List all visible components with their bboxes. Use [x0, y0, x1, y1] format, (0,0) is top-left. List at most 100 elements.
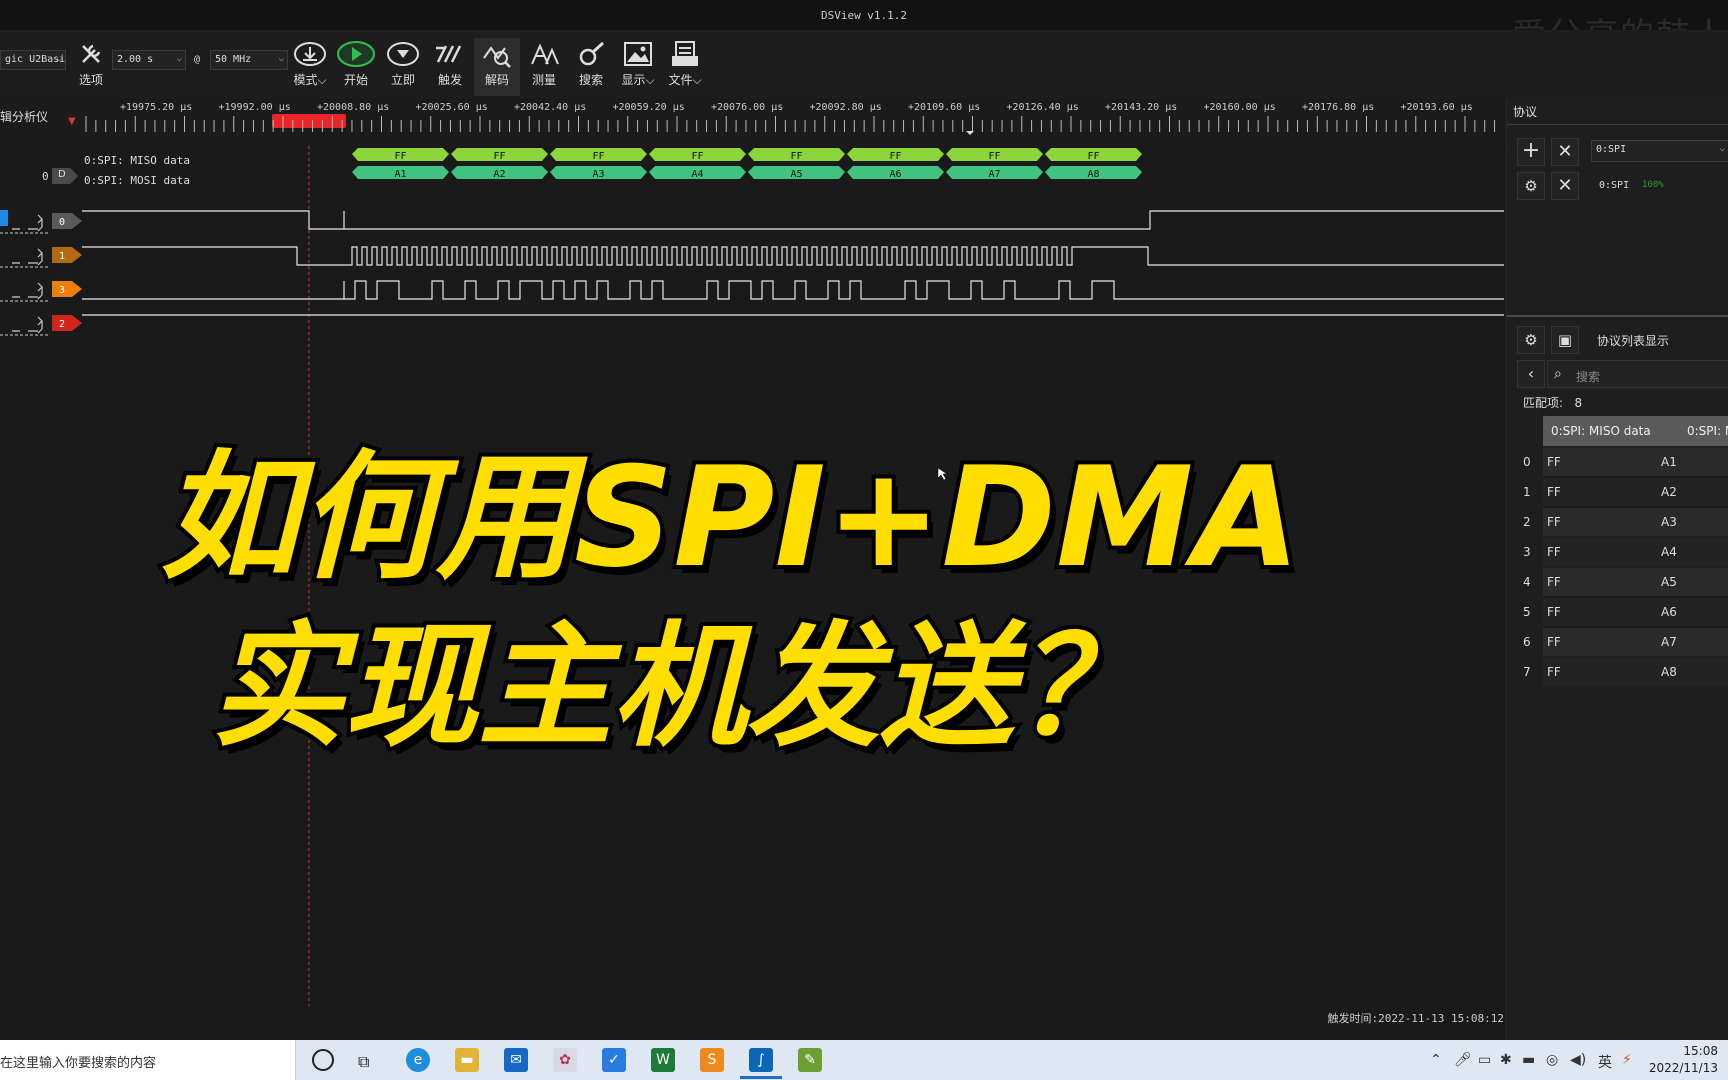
- task-view-icon[interactable]: ⧉: [358, 1052, 369, 1072]
- channel-trigger-icon: [12, 316, 43, 334]
- time-ruler[interactable]: 辑分析仪 ▼ +19975.20 μs +19992.00 μs +20008.80…: [0, 98, 1506, 146]
- mosi-value: A5: [790, 169, 802, 180]
- battery-icon[interactable]: ▬: [1522, 1052, 1535, 1068]
- miso-value: FF: [988, 151, 1000, 162]
- row-index: 1: [1523, 485, 1531, 499]
- clock[interactable]: 15:08 2022/11/13: [1649, 1043, 1718, 1077]
- mosi-value: A1: [394, 169, 406, 180]
- start-button[interactable]: 开始: [333, 38, 379, 96]
- search-button[interactable]: 搜索: [568, 38, 614, 96]
- cortana-icon[interactable]: [312, 1049, 334, 1071]
- row-mosi: A1: [1661, 455, 1677, 469]
- remove-icon[interactable]: ✕: [1551, 172, 1579, 200]
- mode-button[interactable]: 模式⌵: [287, 38, 333, 96]
- overlay-title-line-1: 如何用SPI+DMA: [156, 433, 1304, 602]
- edge-icon[interactable]: e: [406, 1048, 430, 1072]
- channel-id: 0: [59, 217, 65, 228]
- search-icon: [579, 41, 605, 66]
- row-index: 4: [1523, 575, 1531, 589]
- list-item[interactable]: 6 FF A7: [1507, 628, 1728, 657]
- row-miso: FF: [1547, 575, 1561, 589]
- options-label: 选项: [78, 73, 103, 87]
- row-mosi: A7: [1661, 635, 1677, 649]
- mail-icon[interactable]: ✉: [504, 1048, 528, 1072]
- network-icon[interactable]: ◎: [1546, 1052, 1558, 1068]
- device-select[interactable]: gic U2Basi ⌵: [0, 50, 66, 70]
- app-title: DSView v1.1.2: [820, 9, 908, 22]
- row-index: 7: [1523, 665, 1531, 679]
- search-field-icon: ⌕: [1554, 366, 1562, 382]
- add-icon[interactable]: +: [1517, 138, 1545, 166]
- toolbar: gic U2Basi ⌵ 选项 2.00 s ⌵ @ 50 MHz ⌵ 模式⌵ 开始 …: [0, 30, 1728, 98]
- dsview-icon[interactable]: ∫: [749, 1048, 773, 1072]
- notepad-icon[interactable]: ✎: [798, 1048, 822, 1072]
- list-item[interactable]: 7 FF A8: [1507, 658, 1728, 687]
- status-bar: 触发时间:2022-11-13 15:08:12: [0, 1010, 1506, 1040]
- taskbar-search[interactable]: 在这里输入你要搜索的内容: [0, 1040, 296, 1080]
- match-label: 匹配项: 8: [1523, 396, 1583, 410]
- row-mosi: A2: [1661, 485, 1677, 499]
- row-index: 5: [1523, 605, 1531, 619]
- list-item[interactable]: 3 FF A4: [1507, 538, 1728, 567]
- trigger-icon: [436, 45, 462, 63]
- wave-ch3: [82, 280, 1504, 300]
- measure-button[interactable]: 测量: [521, 38, 567, 96]
- list-settings-icon[interactable]: ⚙: [1517, 326, 1545, 354]
- list-title: 协议列表显示: [1597, 334, 1670, 348]
- list-item[interactable]: 5 FF A6: [1507, 598, 1728, 627]
- row-miso: FF: [1547, 545, 1561, 559]
- channel-trigger-icon: [12, 248, 43, 266]
- feishu-icon[interactable]: ✓: [602, 1048, 626, 1072]
- miso-value: FF: [592, 151, 604, 162]
- search-input[interactable]: ⌕ 搜索: [1547, 360, 1728, 388]
- list-item[interactable]: 1 FF A2: [1507, 478, 1728, 507]
- screen-icon[interactable]: ▭: [1478, 1052, 1491, 1068]
- ime-icon[interactable]: 英: [1598, 1052, 1612, 1072]
- instant-label: 立即: [390, 73, 415, 87]
- trigger-button[interactable]: 触发: [427, 38, 473, 96]
- start-label: 开始: [343, 73, 368, 87]
- antivirus-icon[interactable]: ⚡: [1622, 1052, 1632, 1068]
- channel-badge: [52, 315, 82, 331]
- close-icon[interactable]: ✕: [1551, 138, 1579, 166]
- row-miso: FF: [1547, 635, 1561, 649]
- protocol-select[interactable]: 0:SPI ⌵: [1591, 140, 1728, 162]
- options-button[interactable]: 选项: [68, 38, 114, 96]
- sample-rate-select[interactable]: 50 MHz ⌵: [210, 50, 288, 70]
- display-button[interactable]: 显示⌵: [615, 38, 661, 96]
- miso-value: FF: [394, 151, 406, 162]
- row-mosi: A8: [1661, 665, 1677, 679]
- miso-value: FF: [790, 151, 802, 162]
- channel-trigger-icon: [12, 214, 43, 232]
- list-item[interactable]: 4 FF A5: [1507, 568, 1728, 597]
- protocol-panel: 协议 + ✕ 0:SPI ⌵ ⚙ ✕ 0:SPI 100% ⚙ ▣ 协议列表显示 …: [1506, 98, 1728, 1040]
- tray-chevron-icon[interactable]: ⌃: [1430, 1052, 1442, 1068]
- row-index: 2: [1523, 515, 1531, 529]
- list-item[interactable]: 0 FF A1: [1507, 448, 1728, 477]
- column-header-mosi: 0:SPI: M: [1687, 424, 1728, 438]
- row-mosi: A3: [1661, 515, 1677, 529]
- protocol-progress: 100%: [1642, 180, 1664, 190]
- decode-label: 解码: [484, 73, 509, 87]
- settings-icon[interactable]: ⚙: [1517, 172, 1545, 200]
- app-icon[interactable]: ✿: [553, 1048, 577, 1072]
- stm-icon[interactable]: S: [700, 1048, 724, 1072]
- wps-icon[interactable]: W: [651, 1048, 675, 1072]
- decode-icon: [483, 46, 511, 68]
- save-icon[interactable]: ▣: [1551, 326, 1579, 354]
- instant-button[interactable]: 立即: [380, 38, 426, 96]
- play-icon: [337, 41, 375, 67]
- row-mosi: A6: [1661, 605, 1677, 619]
- bluetooth-icon[interactable]: ✱: [1500, 1052, 1512, 1068]
- folder-icon[interactable]: ▬: [455, 1048, 479, 1072]
- list-item[interactable]: 2 FF A3: [1507, 508, 1728, 537]
- channel-trigger-icon: [12, 282, 43, 300]
- row-index: 6: [1523, 635, 1531, 649]
- at-label: @: [194, 54, 201, 65]
- sample-time-select[interactable]: 2.00 s ⌵: [112, 50, 186, 70]
- decode-button[interactable]: 解码: [474, 38, 520, 96]
- volume-icon[interactable]: ◀): [1570, 1052, 1586, 1068]
- chevron-left-icon[interactable]: ‹: [1517, 360, 1545, 388]
- mic-icon[interactable]: 🎤︎: [1454, 1052, 1472, 1068]
- file-button[interactable]: 文件⌵: [662, 38, 708, 96]
